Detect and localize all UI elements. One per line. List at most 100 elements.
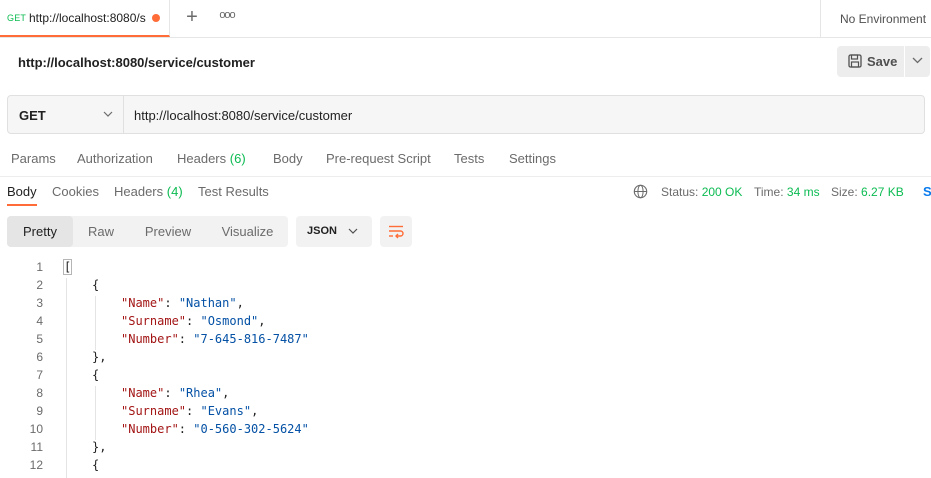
status-value: 200 OK — [701, 185, 743, 199]
request-tab-name: http://localhost:8080/s — [29, 11, 146, 25]
code-line: "Name": "Rhea", — [121, 386, 230, 400]
array-open-bracket: [ — [62, 259, 73, 275]
indent-guide — [95, 296, 96, 350]
request-tab[interactable]: GET http://localhost:8080/s — [0, 0, 170, 37]
line-number: 10 — [29, 422, 43, 436]
tab-pre-request-script[interactable]: Pre-request Script — [326, 151, 431, 166]
line-number: 7 — [36, 368, 43, 382]
format-label: JSON — [307, 225, 337, 237]
response-divider — [0, 176, 931, 177]
line-number: 2 — [36, 278, 43, 292]
view-mode-visualize[interactable]: Visualize — [207, 216, 288, 247]
code-line: }, — [92, 350, 106, 364]
add-tab-button[interactable]: + — [183, 6, 201, 28]
environment-selector[interactable]: No Environment — [820, 0, 931, 37]
unsaved-dot-icon — [152, 14, 160, 22]
response-size: Size: 6.27 KB — [831, 185, 904, 199]
json-key: "Surname" — [121, 404, 187, 418]
object-close-brace: }, — [92, 350, 107, 364]
indent-guide — [66, 278, 67, 478]
line-number: 3 — [36, 296, 43, 310]
response-status: Status: 200 OK — [661, 185, 742, 199]
format-selector[interactable]: JSON — [296, 216, 372, 247]
json-value: "Nathan" — [178, 296, 237, 310]
json-value: "Rhea" — [178, 386, 223, 400]
response-tab-headers[interactable]: Headers (4) — [114, 184, 183, 199]
response-tab-headers-count: (4) — [166, 184, 183, 199]
wrap-lines-icon — [389, 225, 404, 239]
json-key: "Number" — [121, 422, 179, 436]
save-button[interactable]: Save — [837, 46, 904, 77]
response-tab-body[interactable]: Body — [7, 184, 37, 199]
response-tab-headers-label: Headers — [114, 184, 164, 199]
code-line: "Surname": "Evans", — [121, 404, 259, 418]
time-value: 34 ms — [786, 185, 820, 199]
tab-bar: GET http://localhost:8080/s + ooo No Env… — [0, 0, 931, 38]
response-time: Time: 34 ms — [754, 185, 820, 199]
request-tab-method: GET — [7, 13, 27, 23]
line-number: 9 — [36, 404, 43, 418]
code-line: "Name": "Nathan", — [121, 296, 244, 310]
tab-tests[interactable]: Tests — [454, 151, 484, 166]
tab-authorization[interactable]: Authorization — [77, 151, 153, 166]
globe-icon[interactable] — [633, 184, 648, 199]
active-tab-indicator — [7, 204, 37, 206]
line-number: 6 — [36, 350, 43, 364]
json-key: "Number" — [121, 332, 179, 346]
tab-headers[interactable]: Headers (6) — [177, 151, 246, 166]
tab-body[interactable]: Body — [273, 151, 303, 166]
request-title[interactable]: http://localhost:8080/service/customer — [18, 55, 255, 70]
json-key: "Name" — [121, 296, 165, 310]
code-line: "Number": "7-645-816-7487" — [121, 332, 309, 346]
view-mode-preview[interactable]: Preview — [129, 216, 207, 247]
json-value: "0-560-302-5624" — [193, 422, 309, 436]
save-icon — [848, 54, 862, 68]
method-selector[interactable]: GET — [8, 96, 124, 133]
object-close-brace: }, — [92, 440, 107, 454]
tab-params[interactable]: Params — [11, 151, 56, 166]
view-mode-pretty[interactable]: Pretty — [7, 216, 73, 247]
code-line: }, — [92, 440, 106, 454]
code-line: "Number": "0-560-302-5624" — [121, 422, 309, 436]
chevron-down-icon — [103, 111, 113, 117]
code-line: { — [92, 368, 99, 382]
json-value: "Osmond" — [200, 314, 259, 328]
line-number: 5 — [36, 332, 43, 346]
indent-guide — [95, 386, 96, 440]
json-value: "7-645-816-7487" — [193, 332, 309, 346]
size-value: 6.27 KB — [861, 185, 904, 199]
save-response-button[interactable]: S — [923, 184, 931, 199]
code-line: "Surname": "Osmond", — [121, 314, 266, 328]
response-tab-cookies[interactable]: Cookies — [52, 184, 99, 199]
line-number: 8 — [36, 386, 43, 400]
view-mode-selector: Pretty Raw Preview Visualize — [7, 216, 288, 247]
time-label: Time: — [754, 185, 784, 199]
wrap-lines-button[interactable] — [380, 216, 412, 247]
save-label: Save — [867, 54, 898, 69]
line-number: 11 — [30, 440, 43, 454]
line-number: 4 — [36, 314, 43, 328]
tab-headers-label: Headers — [177, 151, 227, 166]
code-line: { — [92, 278, 99, 292]
chevron-down-icon — [348, 228, 358, 234]
url-input[interactable]: http://localhost:8080/service/customer — [134, 108, 352, 123]
json-value: "Evans" — [200, 404, 252, 418]
response-tab-test-results[interactable]: Test Results — [198, 184, 269, 199]
object-open-brace: { — [92, 368, 100, 382]
more-tabs-button[interactable]: ooo — [218, 9, 236, 25]
save-options-button[interactable] — [905, 46, 930, 77]
status-label: Status: — [661, 185, 699, 199]
line-number: 1 — [36, 260, 43, 274]
code-line: [ — [62, 259, 73, 275]
object-open-brace: { — [92, 278, 100, 292]
url-bar: GET http://localhost:8080/service/custom… — [7, 95, 925, 134]
chevron-down-icon — [912, 57, 923, 64]
environment-label: No Environment — [840, 12, 927, 26]
json-key: "Surname" — [121, 314, 187, 328]
size-label: Size: — [831, 185, 858, 199]
method-label: GET — [19, 108, 46, 123]
tab-settings[interactable]: Settings — [509, 151, 556, 166]
tab-headers-count: (6) — [229, 151, 246, 166]
view-mode-raw[interactable]: Raw — [73, 216, 129, 247]
json-key: "Name" — [121, 386, 165, 400]
